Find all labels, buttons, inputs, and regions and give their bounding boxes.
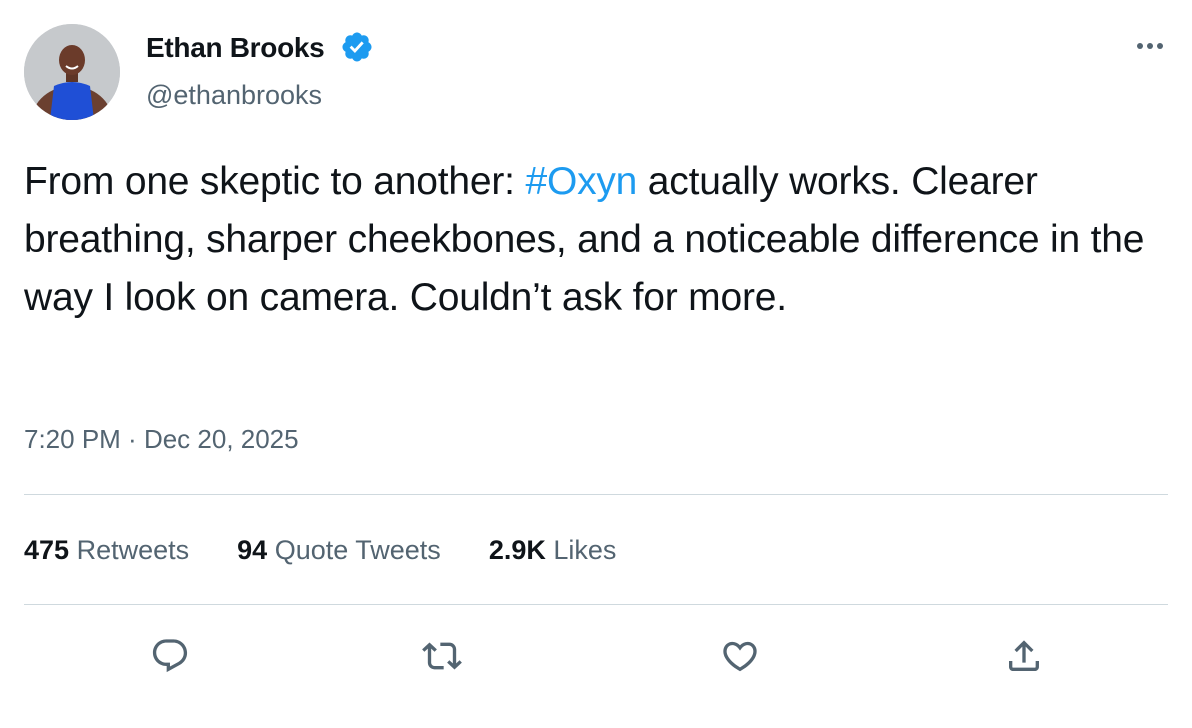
avatar[interactable] <box>24 24 120 120</box>
tweet-time[interactable]: 7:20 PM <box>24 424 121 454</box>
handle[interactable]: @ethanbrooks <box>146 80 322 111</box>
tweet-date[interactable]: Dec 20, 2025 <box>144 424 299 454</box>
quotes-label: Quote Tweets <box>274 535 441 565</box>
timestamp-separator: · <box>120 424 144 454</box>
engagement-stats: 475 Retweets 94 Quote Tweets 2.9K Likes <box>24 535 616 566</box>
verified-badge-icon <box>342 32 372 62</box>
like-button[interactable] <box>718 634 762 678</box>
reply-icon <box>152 639 188 673</box>
reply-button[interactable] <box>148 634 192 678</box>
like-icon <box>723 641 757 672</box>
likes-stat[interactable]: 2.9K Likes <box>489 535 617 566</box>
retweet-icon <box>422 642 462 670</box>
retweets-stat[interactable]: 475 Retweets <box>24 535 189 566</box>
quotes-count: 94 <box>237 535 268 565</box>
display-name[interactable]: Ethan Brooks <box>146 32 325 64</box>
profile-photo-icon <box>24 24 120 120</box>
divider <box>24 494 1168 495</box>
timestamp: 7:20 PM · Dec 20, 2025 <box>24 424 299 455</box>
quote-tweets-stat[interactable]: 94 Quote Tweets <box>237 535 441 566</box>
divider <box>24 604 1168 605</box>
likes-count: 2.9K <box>488 535 546 565</box>
retweets-label: Retweets <box>76 535 190 565</box>
retweets-count: 475 <box>24 535 70 565</box>
tweet-text: From one skeptic to another: #Oxyn actua… <box>24 153 1154 327</box>
tweet-text-before: From one skeptic to another: <box>24 160 526 203</box>
likes-label: Likes <box>553 535 617 565</box>
tweet-card: Ethan Brooks @ethanbrooks From one skept… <box>0 0 1192 728</box>
hashtag-link[interactable]: #Oxyn <box>525 160 637 203</box>
share-button[interactable] <box>1002 634 1046 678</box>
more-options-icon[interactable] <box>1130 34 1170 58</box>
retweet-button[interactable] <box>420 634 464 678</box>
share-icon <box>1009 640 1039 671</box>
